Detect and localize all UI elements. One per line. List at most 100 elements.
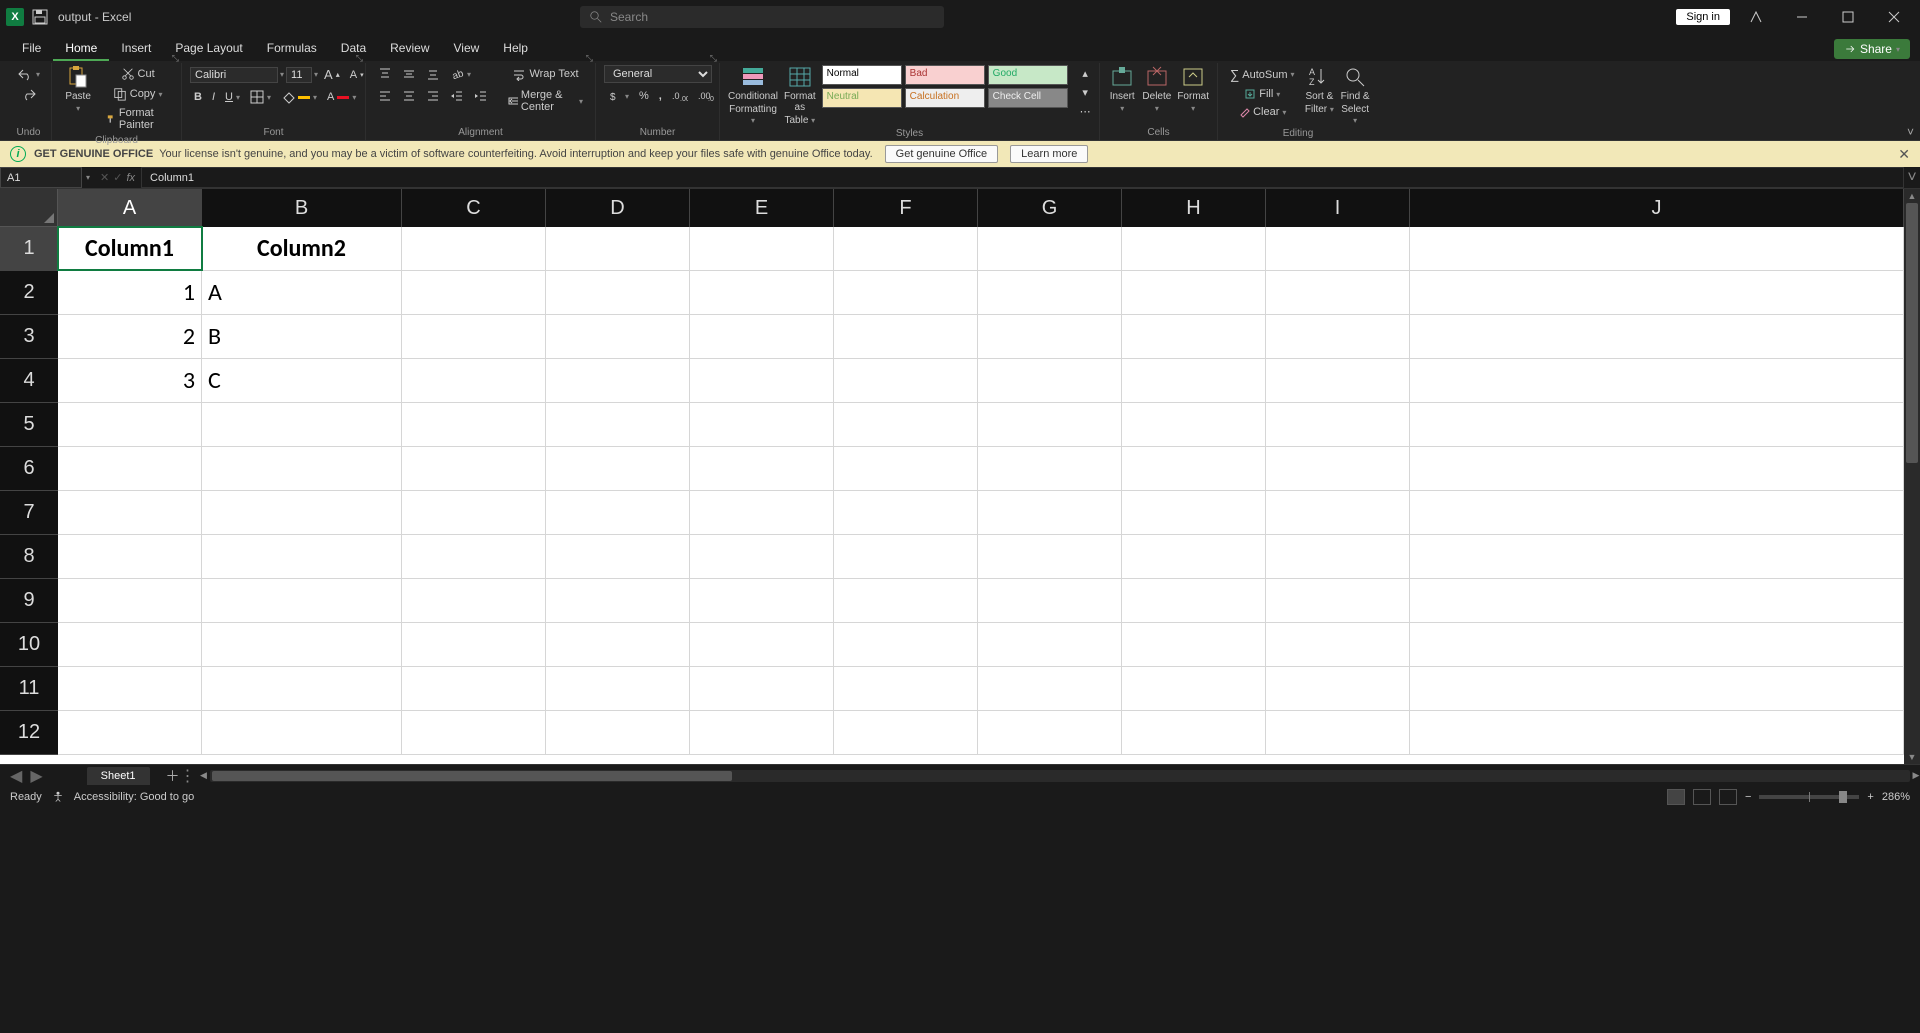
column-header-f[interactable]: F xyxy=(834,189,978,227)
cell[interactable] xyxy=(402,579,546,622)
accounting-format-button[interactable]: $▾ xyxy=(604,87,633,105)
cell[interactable] xyxy=(402,535,546,578)
share-button[interactable]: Share ▾ xyxy=(1834,39,1910,59)
cell[interactable] xyxy=(202,711,402,754)
cell[interactable] xyxy=(978,315,1122,358)
redo-button[interactable] xyxy=(17,85,41,103)
cell[interactable] xyxy=(1266,623,1410,666)
cell[interactable] xyxy=(1410,447,1904,490)
tab-insert[interactable]: Insert xyxy=(109,35,163,61)
cell[interactable] xyxy=(1122,271,1266,314)
row-header-10[interactable]: 10 xyxy=(0,623,58,667)
cell[interactable] xyxy=(546,359,690,402)
cell[interactable] xyxy=(834,491,978,534)
cell[interactable] xyxy=(58,535,202,578)
conditional-formatting-button[interactable]: Conditional Formatting ▾ xyxy=(728,65,778,126)
cell[interactable] xyxy=(978,667,1122,710)
cell[interactable] xyxy=(1122,491,1266,534)
column-header-h[interactable]: H xyxy=(1122,189,1266,227)
cell[interactable] xyxy=(690,447,834,490)
cell[interactable] xyxy=(1266,491,1410,534)
cell-f1[interactable] xyxy=(834,227,978,270)
cell-a4[interactable]: 3 xyxy=(58,359,202,402)
select-all-corner[interactable] xyxy=(0,189,58,227)
cell[interactable] xyxy=(202,491,402,534)
cell[interactable] xyxy=(1122,403,1266,446)
cell[interactable] xyxy=(58,711,202,754)
cell[interactable] xyxy=(1410,667,1904,710)
cell[interactable] xyxy=(546,447,690,490)
zoom-in-button[interactable]: + xyxy=(1867,791,1873,803)
style-neutral[interactable]: Neutral xyxy=(822,88,902,108)
column-header-e[interactable]: E xyxy=(690,189,834,227)
style-normal[interactable]: Normal xyxy=(822,65,902,85)
cell[interactable] xyxy=(834,579,978,622)
cell[interactable] xyxy=(978,579,1122,622)
cell[interactable] xyxy=(202,535,402,578)
column-header-g[interactable]: G xyxy=(978,189,1122,227)
alignment-launcher[interactable]: ⤡ xyxy=(586,53,593,64)
styles-scroll-down[interactable]: ▾ xyxy=(1076,84,1095,101)
cell[interactable] xyxy=(1410,315,1904,358)
maximize-button[interactable] xyxy=(1828,3,1868,31)
vertical-scrollbar[interactable]: ▲ ▼ xyxy=(1904,189,1920,764)
zoom-level[interactable]: 286% xyxy=(1882,791,1910,803)
number-format-select[interactable]: General xyxy=(604,65,712,83)
cell[interactable] xyxy=(1122,579,1266,622)
cell[interactable] xyxy=(1122,447,1266,490)
tab-view[interactable]: View xyxy=(442,35,492,61)
tab-file[interactable]: File xyxy=(10,35,53,61)
cell[interactable] xyxy=(546,491,690,534)
scrollbar-thumb[interactable] xyxy=(212,771,732,781)
cell[interactable] xyxy=(690,491,834,534)
cell-g1[interactable] xyxy=(978,227,1122,270)
minimize-button[interactable] xyxy=(1782,3,1822,31)
format-painter-button[interactable]: Format Painter xyxy=(102,105,173,133)
increase-decimal-button[interactable]: .0.00 xyxy=(668,88,692,104)
cell[interactable] xyxy=(58,623,202,666)
sheet-tabs-menu[interactable]: ⋮ xyxy=(180,766,196,786)
cell[interactable] xyxy=(58,491,202,534)
cell-a1[interactable]: Column1 xyxy=(58,227,202,270)
cell[interactable] xyxy=(546,667,690,710)
style-good[interactable]: Good xyxy=(988,65,1068,85)
cell[interactable] xyxy=(202,623,402,666)
cell[interactable] xyxy=(834,447,978,490)
cell-h1[interactable] xyxy=(1122,227,1266,270)
cell[interactable] xyxy=(402,359,546,402)
cell-e1[interactable] xyxy=(690,227,834,270)
cell[interactable] xyxy=(1266,315,1410,358)
coming-soon-icon[interactable] xyxy=(1736,3,1776,31)
undo-button[interactable]: ▾ xyxy=(13,65,44,83)
cell[interactable] xyxy=(1122,315,1266,358)
cell[interactable] xyxy=(546,579,690,622)
column-header-c[interactable]: C xyxy=(402,189,546,227)
cell-b4[interactable]: C xyxy=(202,359,402,402)
cell[interactable] xyxy=(1122,667,1266,710)
cell-i1[interactable] xyxy=(1266,227,1410,270)
increase-font-button[interactable]: A▴ xyxy=(320,65,344,84)
italic-button[interactable]: I xyxy=(208,89,219,105)
cell[interactable] xyxy=(402,315,546,358)
cell[interactable] xyxy=(834,403,978,446)
column-header-j[interactable]: J xyxy=(1410,189,1904,227)
cell[interactable] xyxy=(834,271,978,314)
paste-button[interactable]: Paste▾ xyxy=(60,65,96,113)
save-icon[interactable] xyxy=(32,9,58,25)
horizontal-scrollbar[interactable]: ◀ ▶ xyxy=(210,770,1911,782)
cell[interactable] xyxy=(978,271,1122,314)
scroll-up-arrow[interactable]: ▲ xyxy=(1904,189,1920,203)
borders-button[interactable]: ▾ xyxy=(246,88,275,106)
align-bottom-button[interactable] xyxy=(422,65,444,83)
close-button[interactable] xyxy=(1874,3,1914,31)
cell[interactable] xyxy=(1266,359,1410,402)
cell[interactable] xyxy=(1266,403,1410,446)
cell-a2[interactable]: 1 xyxy=(58,271,202,314)
sheet-nav-next[interactable]: ▶ xyxy=(26,766,46,786)
cell[interactable] xyxy=(1266,667,1410,710)
tab-help[interactable]: Help xyxy=(491,35,540,61)
tab-formulas[interactable]: Formulas xyxy=(255,35,329,61)
cell[interactable] xyxy=(1266,535,1410,578)
cell[interactable] xyxy=(834,667,978,710)
styles-scroll-up[interactable]: ▴ xyxy=(1076,65,1095,82)
